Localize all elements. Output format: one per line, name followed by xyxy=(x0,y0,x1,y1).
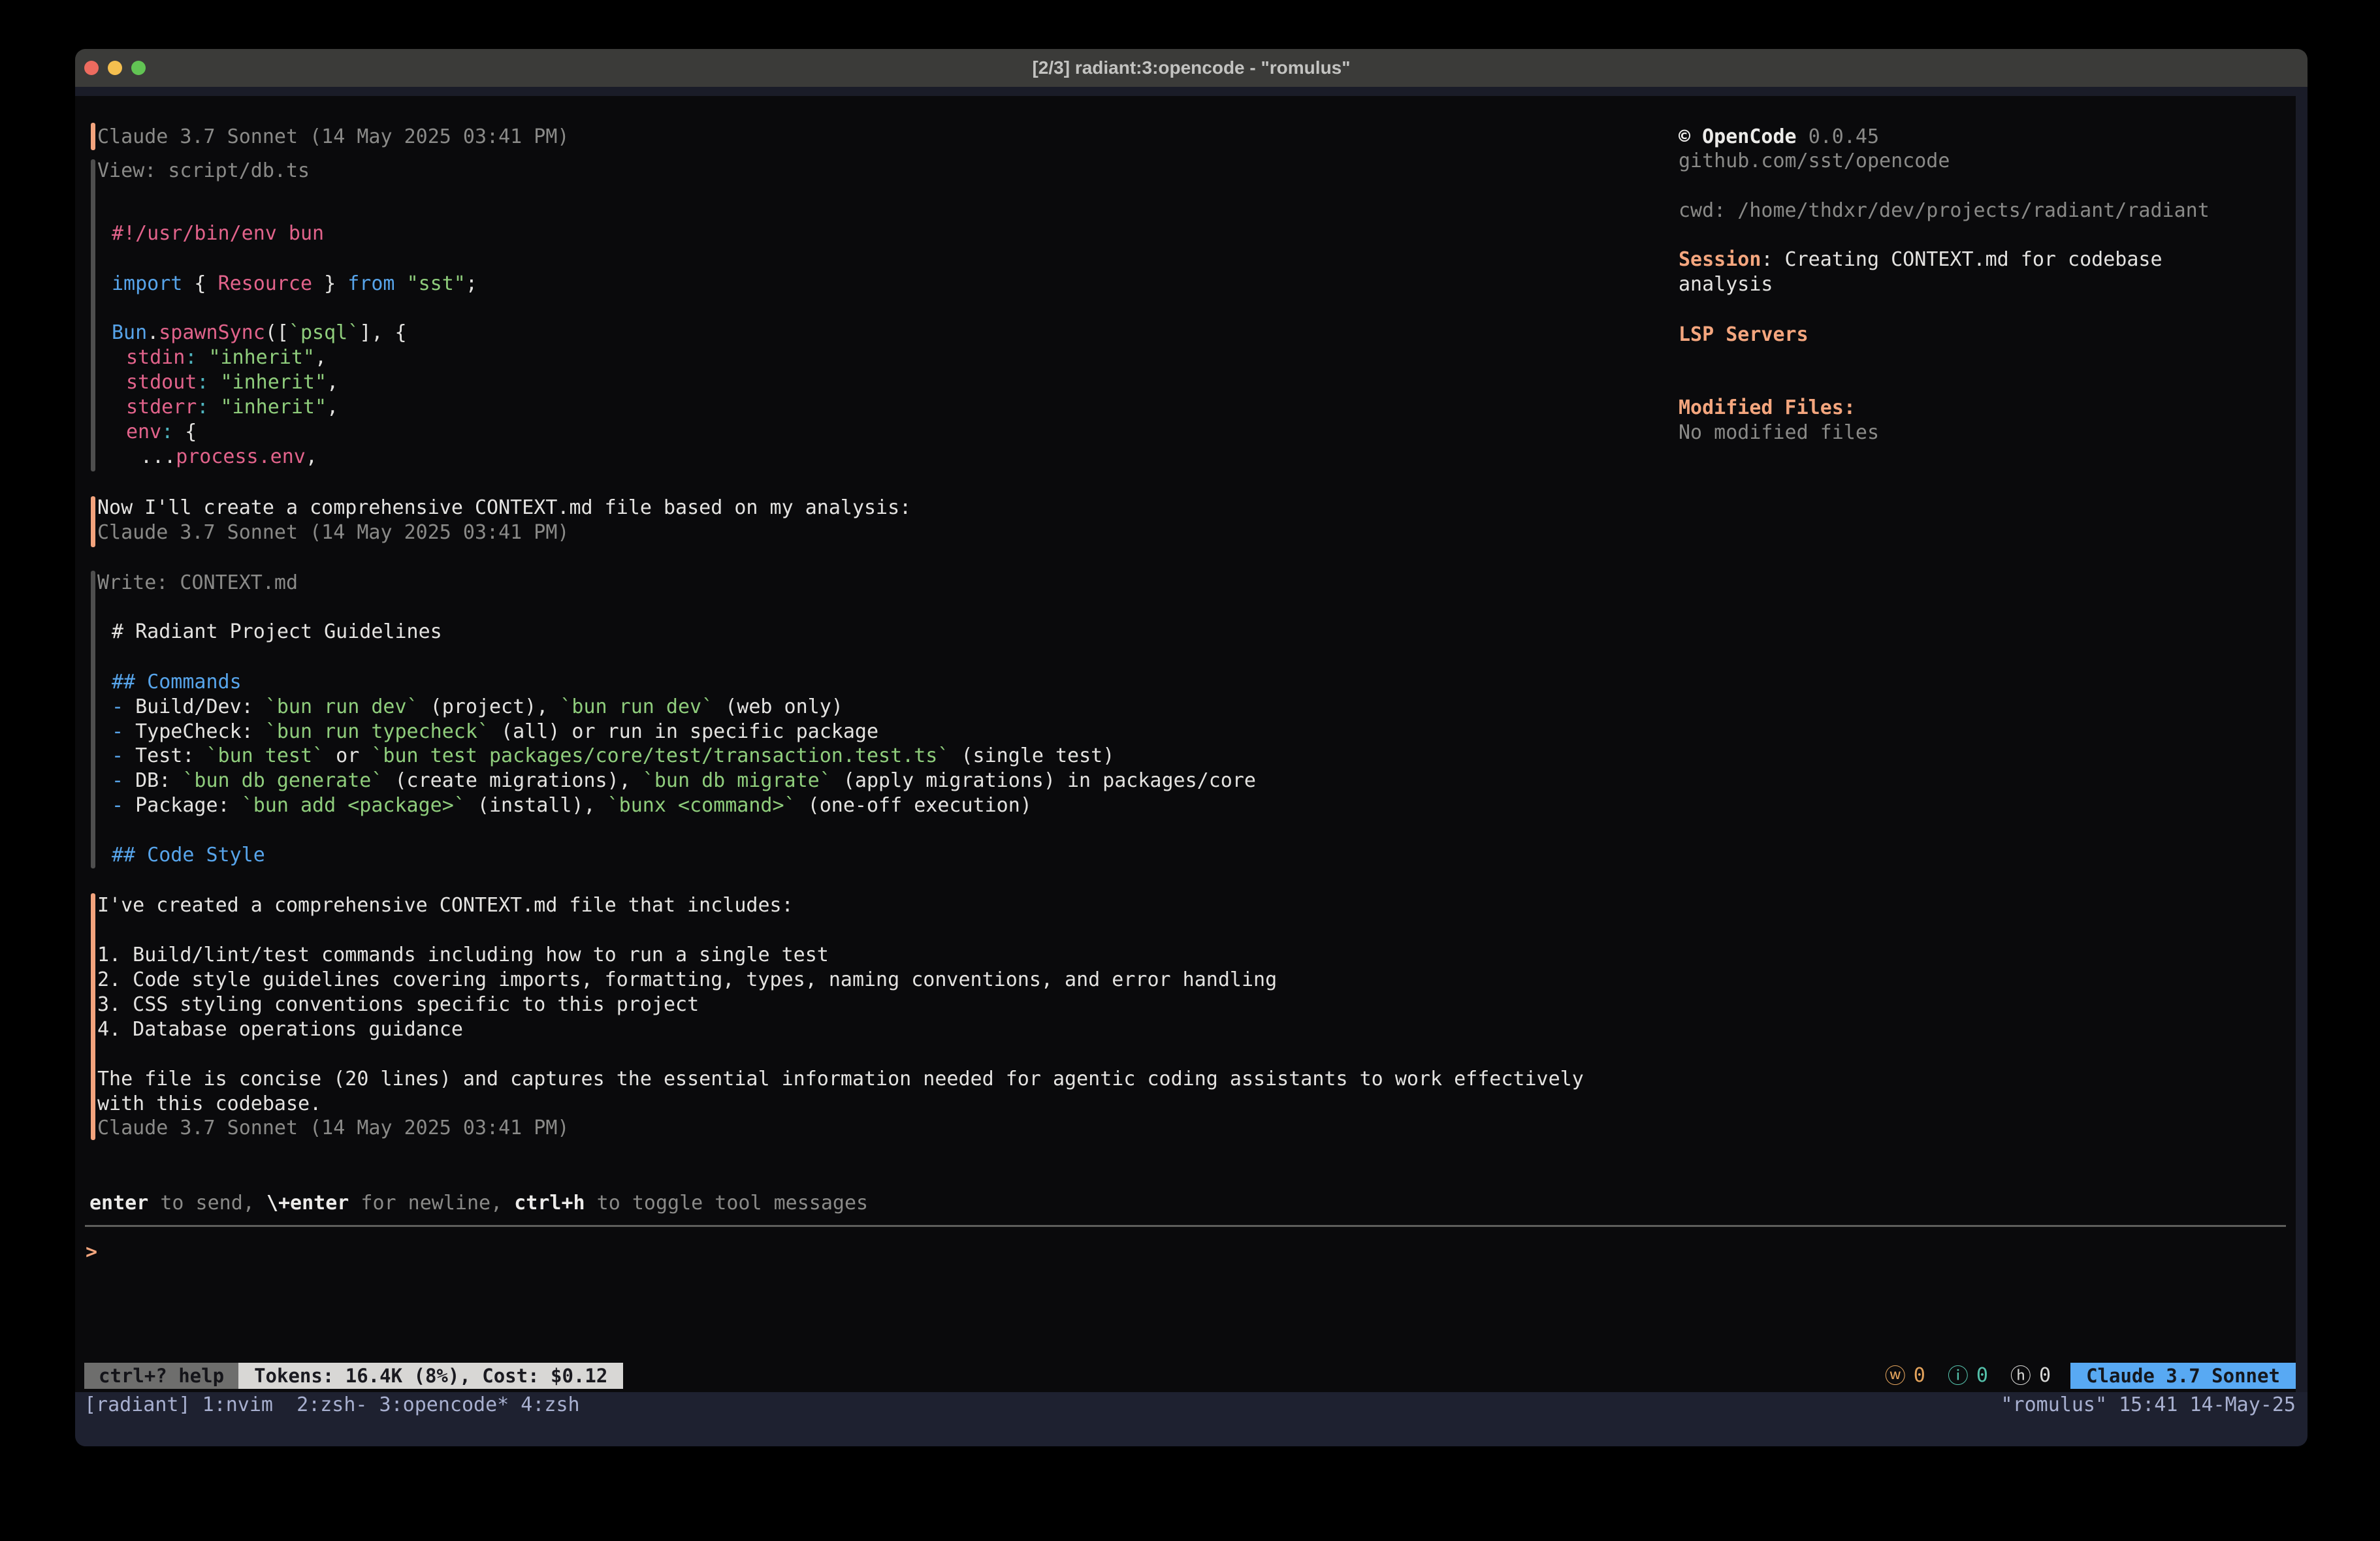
tokens-cost-badge: Tokens: 16.4K (8%), Cost: $0.12 xyxy=(238,1363,623,1389)
tmux-session-info: "romulus" 15:41 14-May-25 xyxy=(2001,1392,2308,1418)
session-title-wrap: analysis xyxy=(1679,272,1773,297)
cwd-path: cwd: /home/thdxr/dev/projects/radiant/ra… xyxy=(1679,199,2210,223)
code-line: import { Resource } from "sst"; xyxy=(112,272,477,296)
terminal-window: [2/3] radiant:3:opencode - "romulus" Cla… xyxy=(75,49,2308,1446)
tmux-window-list[interactable]: [radiant] 1:nvim 2:zsh- 3:opencode* 4:zs… xyxy=(75,1392,580,1418)
window-title: [2/3] radiant:3:opencode - "romulus" xyxy=(75,49,2308,87)
markdown-list-item: - DB: `bun db generate` (create migratio… xyxy=(112,769,1256,793)
close-button[interactable] xyxy=(84,61,99,75)
help-shortcut-badge: ctrl+? help xyxy=(84,1363,238,1389)
message-timestamp: Claude 3.7 Sonnet (14 May 2025 03:41 PM) xyxy=(97,125,569,150)
info-icon: ⓘ xyxy=(1948,1363,1969,1389)
assistant-text: 1. Build/lint/test commands including ho… xyxy=(97,943,829,968)
input-divider xyxy=(85,1225,2286,1227)
titlebar[interactable]: [2/3] radiant:3:opencode - "romulus" xyxy=(75,49,2308,87)
assistant-text: 2. Code style guidelines covering import… xyxy=(97,968,1277,993)
app-title: © OpenCode 0.0.45 xyxy=(1679,125,1879,150)
terminal-screen[interactable]: Claude 3.7 Sonnet (14 May 2025 03:41 PM)… xyxy=(75,87,2308,1446)
markdown-h2: ## Code Style xyxy=(112,843,265,868)
message-timestamp: Claude 3.7 Sonnet (14 May 2025 03:41 PM) xyxy=(97,1116,569,1141)
diagnostics-counters: ⓦ0 ⓘ0 ⓗ0 xyxy=(1863,1363,2051,1389)
code-line: #!/usr/bin/env bun xyxy=(112,221,324,246)
assistant-message-bar xyxy=(91,496,95,547)
assistant-message-bar xyxy=(91,893,95,1140)
minimize-button[interactable] xyxy=(108,61,122,75)
prompt-caret: > xyxy=(86,1240,97,1265)
modified-files-heading: Modified Files: xyxy=(1679,396,1856,421)
code-line: Bun.spawnSync([`psql`], { xyxy=(112,321,407,345)
assistant-header-bar xyxy=(91,123,95,150)
tool-title: View: script/db.ts xyxy=(97,159,310,183)
code-line: stdout: "inherit", xyxy=(126,370,338,395)
assistant-text: The file is concise (20 lines) and captu… xyxy=(97,1067,1584,1092)
terminal-padding-top xyxy=(75,87,2308,96)
hint-icon: ⓗ xyxy=(2010,1363,2031,1389)
assistant-text: Now I'll create a comprehensive CONTEXT.… xyxy=(97,496,911,520)
assistant-text: I've created a comprehensive CONTEXT.md … xyxy=(97,893,794,918)
app-repo-url: github.com/sst/opencode xyxy=(1679,149,1950,174)
message-timestamp: Claude 3.7 Sonnet (14 May 2025 03:41 PM) xyxy=(97,520,569,545)
markdown-list-item: - Build/Dev: `bun run dev` (project), `b… xyxy=(112,695,843,720)
tool-write-bar xyxy=(91,571,95,868)
lsp-servers-heading: LSP Servers xyxy=(1679,323,1809,347)
warning-count: ⓦ0 xyxy=(1885,1363,1925,1389)
assistant-text: 3. CSS styling conventions specific to t… xyxy=(97,993,699,1017)
code-line: env: { xyxy=(126,420,197,445)
tool-title: Write: CONTEXT.md xyxy=(97,571,298,596)
assistant-text: 4. Database operations guidance xyxy=(97,1017,463,1042)
info-count: ⓘ0 xyxy=(1948,1363,1988,1389)
traffic-lights xyxy=(84,49,146,87)
statusbar: ctrl+? help Tokens: 16.4K (8%), Cost: $0… xyxy=(84,1363,2296,1389)
assistant-text: with this codebase. xyxy=(97,1092,321,1117)
warn-icon: ⓦ xyxy=(1885,1363,1906,1389)
markdown-h1: # Radiant Project Guidelines xyxy=(112,620,442,644)
markdown-list-item: - Test: `bun test` or `bun test packages… xyxy=(112,744,1114,769)
markdown-list-item: - Package: `bun add <package>` (install)… xyxy=(112,793,1032,818)
desktop: [2/3] radiant:3:opencode - "romulus" Cla… xyxy=(0,0,2380,1541)
markdown-list-item: - TypeCheck: `bun run typecheck` (all) o… xyxy=(112,720,878,744)
session-title: Session: Creating CONTEXT.md for codebas… xyxy=(1679,247,2163,272)
terminal-padding-right xyxy=(2296,87,2308,1392)
code-line: stderr: "inherit", xyxy=(126,395,338,420)
tmux-statusline: [radiant] 1:nvim 2:zsh- 3:opencode* 4:zs… xyxy=(75,1392,2308,1446)
hint-count: ⓗ0 xyxy=(2010,1363,2051,1389)
statusbar-left: ctrl+? help Tokens: 16.4K (8%), Cost: $0… xyxy=(84,1363,623,1389)
model-badge: Claude 3.7 Sonnet xyxy=(2070,1363,2296,1389)
modified-files-empty: No modified files xyxy=(1679,421,1879,445)
code-line: ...process.env, xyxy=(140,445,317,469)
statusbar-right: ⓦ0 ⓘ0 ⓗ0 Claude 3.7 Sonnet xyxy=(1863,1363,2296,1389)
input-hint: enter to send, \+enter for newline, ctrl… xyxy=(89,1191,868,1216)
markdown-h2: ## Commands xyxy=(112,670,242,695)
zoom-button[interactable] xyxy=(131,61,146,75)
code-line: stdin: "inherit", xyxy=(126,345,327,370)
tool-view-bar xyxy=(91,159,95,471)
